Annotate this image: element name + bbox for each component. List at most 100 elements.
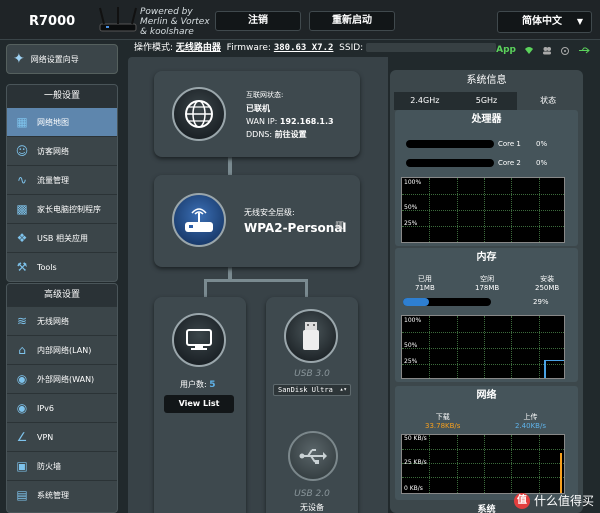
clients-card[interactable]: 用户数: 5 View List: [154, 297, 246, 513]
watermark-text: 什么值得买: [533, 494, 594, 508]
usb-symbol-icon: [288, 431, 338, 481]
graph-label-25: 25%: [404, 358, 418, 365]
grid-line: [539, 435, 540, 493]
router-security-card[interactable]: 无线安全层级: WPA2-Personal ▥: [154, 175, 360, 267]
grid-line: [539, 178, 540, 242]
usb1-port-label: USB 3.0: [294, 369, 330, 379]
grid-line: [429, 435, 430, 493]
internet-status-label: 互联网状态:: [246, 91, 284, 99]
sidebar-item-network-map[interactable]: ▦ 网络地图: [7, 107, 117, 136]
core1-value: 0%: [536, 140, 548, 148]
sidebar-item-label: 流量管理: [37, 175, 69, 185]
memory-usage-graph: 100% 50% 25%: [401, 315, 565, 379]
app-status[interactable]: App: [496, 42, 516, 59]
sidebar-item-label: USB 相关应用: [37, 233, 88, 243]
sidebar-item-lan[interactable]: ⌂ 内部网络(LAN): [7, 335, 117, 364]
grid-line: [511, 316, 512, 378]
guest-status-icon[interactable]: [542, 46, 552, 55]
firmware-value[interactable]: 380.63_X7.2: [274, 43, 334, 53]
core1-bar: [406, 140, 494, 148]
graph-label-50: 50%: [404, 204, 418, 211]
usb1-device-select[interactable]: SanDisk Ultra ▴▾: [273, 384, 351, 396]
sidebar-item-vpn[interactable]: ∠ VPN: [7, 422, 117, 451]
logout-button[interactable]: 注销: [215, 11, 301, 31]
sidebar-item-label: 内部网络(LAN): [37, 345, 92, 355]
mode-value[interactable]: 无线路由器: [176, 43, 221, 53]
usb-status-icon[interactable]: [578, 46, 590, 55]
wifi-status-icon[interactable]: [524, 46, 534, 55]
memory-graph-line: [544, 360, 564, 361]
view-list-button[interactable]: View List: [164, 395, 234, 413]
router-image-icon: [99, 7, 137, 32]
sidebar-item-wireless[interactable]: ≋ 无线网络: [7, 306, 117, 335]
usb-card[interactable]: USB 3.0 SanDisk Ultra ▴▾ USB 2.0 无设备: [266, 297, 358, 513]
upload-label: 上传: [523, 413, 538, 421]
core2-value: 0%: [536, 159, 548, 167]
mem-used-label: 已用: [417, 275, 432, 283]
net-graph-label-50: 50 KB/s: [404, 435, 427, 442]
status-bar: 操作模式: 无线路由器 Firmware: 380.63_X7.2 SSID: …: [128, 40, 600, 57]
usb1-device-value: SanDisk Ultra: [278, 386, 333, 394]
ssid-value-blurred[interactable]: [366, 43, 497, 52]
usb-app-icon: ❖: [16, 231, 28, 245]
sidebar-item-admin[interactable]: ▤ 系统管理: [7, 480, 117, 509]
sidebar-item-label: Tools: [37, 262, 57, 272]
internet-status-card[interactable]: 互联网状态: 已联机 WAN IP: 192.168.1.3 DDNS: 前往设…: [154, 71, 360, 157]
download-graph-line: [560, 453, 562, 493]
tab-status[interactable]: 状态: [517, 92, 580, 110]
sidebar-item-firewall[interactable]: ▣ 防火墙: [7, 451, 117, 480]
sidebar-item-parental-control[interactable]: ▩ 家长电脑控制程序: [7, 194, 117, 223]
general-menu-header: 一般设置: [7, 85, 117, 107]
connector-line: [305, 279, 308, 297]
cpu-usage-graph: 100% 50% 25%: [401, 177, 565, 243]
sidebar-item-guest-network[interactable]: ☺ 访客网络: [7, 136, 117, 165]
upload-block: 上传 2.40KB/s: [515, 412, 546, 430]
mem-percent: 29%: [533, 298, 549, 306]
memory-graph-line: [544, 360, 546, 378]
reboot-button[interactable]: 重新启动: [309, 11, 395, 31]
router-model: R7000: [29, 14, 76, 29]
cpu-panel: 处理器 Core 1 0% Core 2 0% 100% 50% 25%: [395, 110, 578, 246]
sidebar-item-label: VPN: [37, 432, 54, 442]
grid-line: [457, 178, 458, 242]
sidebar-item-usb-app[interactable]: ❖ USB 相关应用: [7, 223, 117, 252]
tab-2ghz[interactable]: 2.4GHz: [394, 92, 456, 110]
powered-line-2: Merlin & Vortex: [140, 17, 210, 27]
mem-used-value: 71MB: [415, 284, 435, 292]
ddns-link[interactable]: 前往设置: [275, 130, 307, 139]
sidebar-item-tools[interactable]: ⚒ Tools: [7, 252, 117, 281]
wan-ip-label: WAN IP:: [246, 117, 278, 126]
system-info-panel: 系统信息 2.4GHz 5GHz 状态 处理器 Core 1 0% Core 2…: [390, 70, 583, 513]
system-info-title: 系统信息: [466, 75, 507, 86]
setup-wizard-button[interactable]: ✦ 网络设置向导: [6, 44, 118, 74]
cpu-title: 处理器: [471, 114, 502, 125]
chevron-down-icon: ▼: [576, 17, 583, 26]
network-map-panel: 互联网状态: 已联机 WAN IP: 192.168.1.3 DDNS: 前往设…: [128, 57, 388, 513]
clients-label: 用户数:: [180, 380, 207, 389]
mem-free-value: 178MB: [475, 284, 500, 292]
grid-line: [484, 316, 485, 378]
wan-icon: ◉: [16, 372, 28, 386]
grid-line: [511, 178, 512, 242]
language-select[interactable]: 简体中文 ▼: [497, 11, 592, 33]
core2-bar: [406, 159, 494, 167]
sidebar-item-traffic-manager[interactable]: ∿ 流量管理: [7, 165, 117, 194]
tab-5ghz[interactable]: 5GHz: [455, 92, 518, 110]
connector-line: [204, 279, 207, 297]
sidebar-item-label: 网络地图: [37, 117, 69, 127]
globe-icon: [172, 87, 226, 141]
status-icons: App: [496, 42, 590, 59]
usb-drive-icon: [284, 309, 338, 363]
aicloud-status-icon[interactable]: [560, 46, 570, 55]
grid-line: [429, 178, 430, 242]
grid-line: [457, 435, 458, 493]
ddns-label: DDNS:: [246, 130, 273, 139]
download-value: 33.78KB/s: [425, 422, 461, 430]
powered-line-1: Powered by: [140, 7, 193, 17]
sidebar-item-label: 家长电脑控制程序: [37, 204, 101, 214]
sidebar-item-ipv6[interactable]: ◉ IPv6: [7, 393, 117, 422]
tools-icon: ⚒: [16, 260, 28, 274]
sidebar-item-wan[interactable]: ◉ 外部网络(WAN): [7, 364, 117, 393]
internet-status-value: 已联机: [246, 104, 270, 113]
sidebar-item-label: 系统管理: [37, 490, 69, 500]
